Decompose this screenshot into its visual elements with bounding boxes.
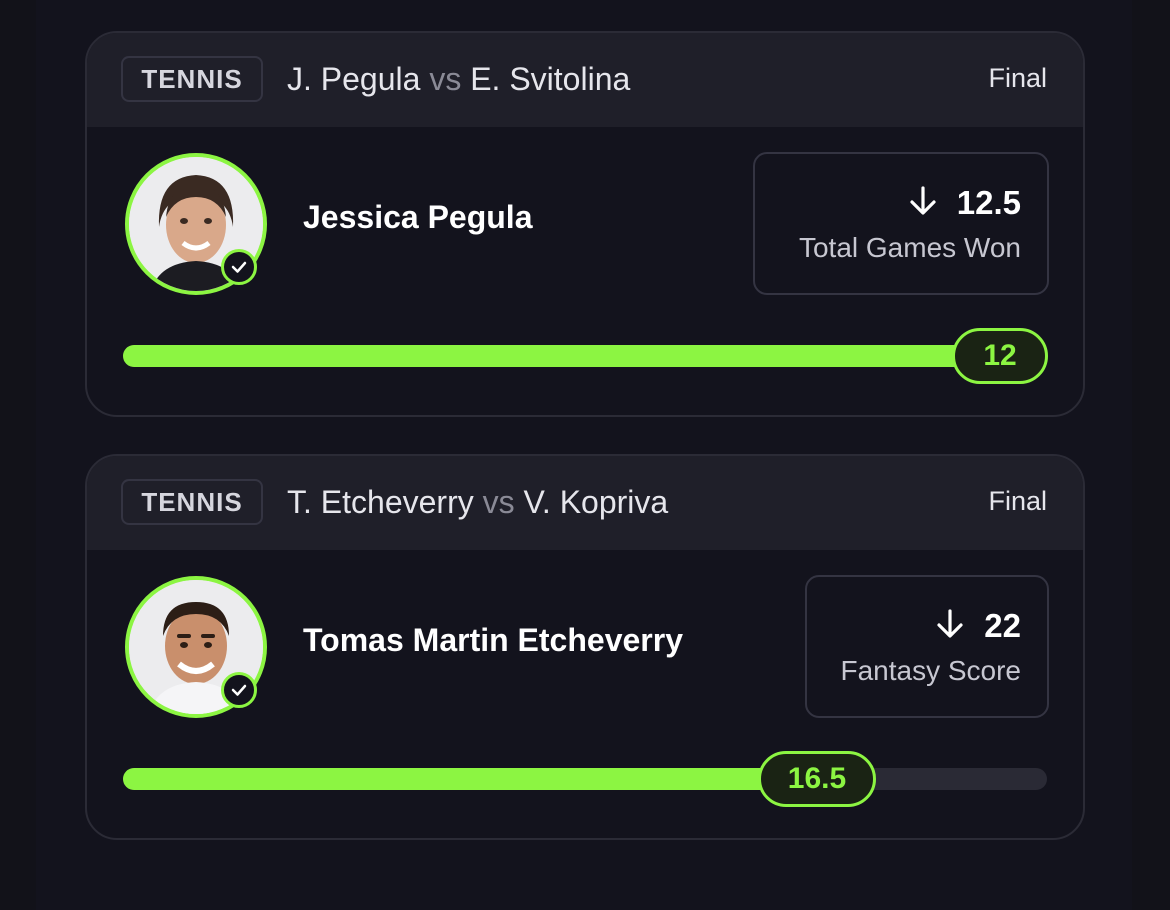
player-b-name: E. Svitolina [470, 61, 631, 97]
arrow-down-icon [934, 608, 966, 644]
projection-box: 12.5 Total Games Won [753, 152, 1049, 295]
sport-badge: TENNIS [121, 56, 263, 102]
matchup-title: J. Pegula vs E. Svitolina [287, 59, 630, 99]
vs-label: vs [429, 61, 462, 97]
player-b-name: V. Kopriva [523, 484, 669, 520]
matchup-title: T. Etcheverry vs V. Kopriva [287, 482, 668, 522]
game-status: Final [988, 486, 1047, 516]
player-a-name: T. Etcheverry [287, 484, 474, 520]
progress-fill [123, 345, 1047, 367]
projection-box: 22 Fantasy Score [805, 575, 1049, 718]
projection-line: 22 [984, 607, 1021, 644]
card-header: TENNIS J. Pegula vs E. Svitolina Final [87, 33, 1083, 127]
result-marker: 16.5 [758, 751, 876, 807]
player-name: Jessica Pegula [303, 199, 533, 235]
card-header: TENNIS T. Etcheverry vs V. Kopriva Final [87, 456, 1083, 550]
result-marker: 12 [952, 328, 1048, 384]
check-icon [221, 249, 257, 285]
vs-label: vs [482, 484, 515, 520]
check-icon [221, 672, 257, 708]
projection-stat: Fantasy Score [840, 655, 1021, 686]
game-status: Final [988, 63, 1047, 93]
player-avatar-wrap [125, 153, 267, 295]
player-avatar-wrap [125, 576, 267, 718]
pick-card[interactable]: TENNIS J. Pegula vs E. Svitolina Final J… [85, 31, 1085, 417]
pick-card[interactable]: TENNIS T. Etcheverry vs V. Kopriva Final [85, 454, 1085, 840]
sport-badge: TENNIS [121, 479, 263, 525]
progress-track [123, 345, 1047, 367]
projection-line: 12.5 [956, 184, 1021, 221]
player-a-name: J. Pegula [287, 61, 421, 97]
progress-fill [123, 768, 816, 790]
arrow-down-icon [907, 185, 939, 221]
projection-stat: Total Games Won [798, 232, 1021, 263]
progress-track [123, 768, 1047, 790]
player-name: Tomas Martin Etcheverry [303, 622, 683, 658]
